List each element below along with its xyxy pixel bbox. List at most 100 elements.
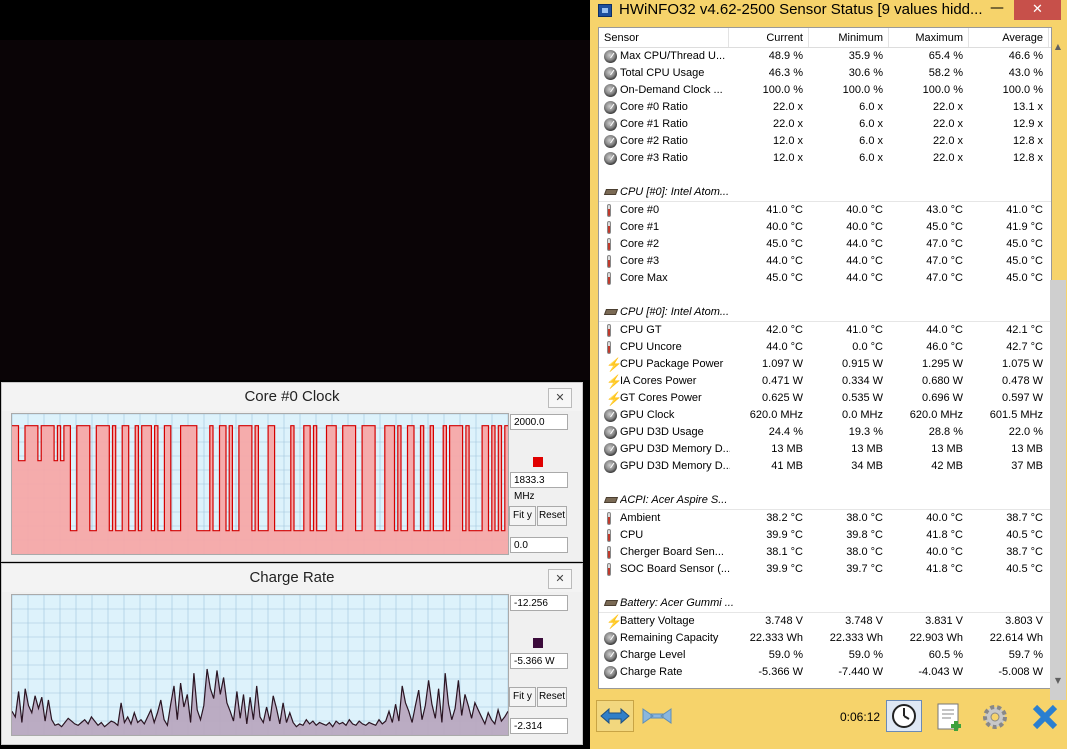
maximum-value: 40.0 °C [926, 512, 963, 524]
average-value: 43.0 % [1008, 67, 1043, 79]
scroll-down-arrow[interactable]: ▼ [1050, 674, 1066, 688]
average-value: 22.0 % [1008, 426, 1043, 438]
sensor-group-row[interactable]: Battery: Acer Gummi ... [599, 595, 1051, 613]
sensor-name: CPU [620, 529, 644, 541]
scroll-up-arrow[interactable]: ▲ [1050, 40, 1066, 54]
current-value: 13 MB [771, 443, 803, 455]
sensor-row[interactable]: GPU Clock 620.0 MHz 0.0 MHz 620.0 MHz 601.5 … [599, 407, 1051, 424]
graph-min-value: 0.0 [510, 537, 568, 553]
minimum-value: 40.0 °C [846, 204, 883, 216]
title-bar[interactable]: HWiNFO32 v4.62-2500 Sensor Status [9 val… [590, 0, 1067, 22]
maximum-value: 47.0 °C [926, 238, 963, 250]
sensor-name: Charge Level [620, 649, 686, 661]
average-value: 13.1 x [1013, 101, 1043, 113]
minimize-button[interactable]: — [984, 0, 1010, 20]
spacer-row [599, 167, 1051, 184]
maximum-value: 13 MB [931, 443, 963, 455]
charge-rate-graph-window: Charge Rate ✕ -12.256 -5.366 W Fit y Res… [1, 563, 583, 745]
clock-reset-button[interactable] [886, 700, 922, 732]
settings-button[interactable] [976, 700, 1012, 732]
scrollbar-thumb[interactable] [1050, 280, 1066, 700]
current-value: 44.0 °C [766, 341, 803, 353]
sensor-row[interactable]: GPU D3D Usage 24.4 % 19.3 % 28.8 % 22.0 % [599, 424, 1051, 441]
sensor-row[interactable]: CPU 39.9 °C 39.8 °C 41.8 °C 40.5 °C [599, 527, 1051, 544]
minimum-value: 44.0 °C [846, 272, 883, 284]
average-value: 12.9 x [1013, 118, 1043, 130]
reset-button[interactable]: Reset [537, 506, 567, 526]
sensor-row[interactable]: CPU Uncore 44.0 °C 0.0 °C 46.0 °C 42.7 °C [599, 339, 1051, 356]
thermometer-icon [607, 204, 611, 217]
sensor-row[interactable]: Ambient 38.2 °C 38.0 °C 40.0 °C 38.7 °C [599, 510, 1051, 527]
exit-button[interactable] [1026, 700, 1062, 732]
sensor-row[interactable]: Cherger Board Sen... 38.1 °C 38.0 °C 40.0 °… [599, 544, 1051, 561]
sensor-name: SOC Board Sensor (... [620, 563, 730, 575]
minimum-value: 40.0 °C [846, 221, 883, 233]
graph-svg [12, 414, 508, 554]
graph-plot-area [11, 413, 509, 555]
sensor-row[interactable]: GPU D3D Memory D... 13 MB 13 MB 13 MB 13 MB [599, 441, 1051, 458]
minimum-value: 39.7 °C [846, 563, 883, 575]
sensor-row[interactable]: Core #2 45.0 °C 44.0 °C 47.0 °C 45.0 °C [599, 236, 1051, 253]
sensor-row[interactable]: ⚡ GT Cores Power 0.625 W 0.535 W 0.696 W 0.59… [599, 390, 1051, 407]
sensor-row[interactable]: Core #3 44.0 °C 44.0 °C 47.0 °C 45.0 °C [599, 253, 1051, 270]
sensor-row[interactable]: SOC Board Sensor (... 39.9 °C 39.7 °C 41.8 … [599, 561, 1051, 578]
fit-y-button[interactable]: Fit y [509, 687, 536, 707]
sensor-row[interactable]: Core #0 Ratio 22.0 x 6.0 x 22.0 x 13.1 x [599, 99, 1051, 116]
column-header-current[interactable]: Current [729, 28, 809, 47]
sensor-group-row[interactable]: CPU [#0]: Intel Atom... [599, 304, 1051, 322]
maximum-value: 41.8 °C [926, 529, 963, 541]
sensor-name: GPU D3D Usage [620, 426, 704, 438]
fit-y-button[interactable]: Fit y [509, 506, 536, 526]
sensor-row[interactable]: Charge Rate -5.366 W -7.440 W -4.043 W -5.00… [599, 664, 1051, 681]
sensor-name: Charge Rate [620, 666, 683, 678]
sensor-row[interactable]: Core #0 41.0 °C 40.0 °C 43.0 °C 41.0 °C [599, 202, 1051, 219]
sensor-row[interactable]: Core #3 Ratio 12.0 x 6.0 x 22.0 x 12.8 x [599, 150, 1051, 167]
vertical-scrollbar[interactable]: ▲ ▼ [1050, 40, 1066, 700]
report-button[interactable] [930, 700, 966, 732]
close-button[interactable]: ✕ [1014, 0, 1061, 20]
sensor-row[interactable]: Core Max 45.0 °C 44.0 °C 47.0 °C 45.0 °C [599, 270, 1051, 287]
average-value: 12.8 x [1013, 135, 1043, 147]
thermometer-icon [607, 238, 611, 251]
sensor-row[interactable]: Core #2 Ratio 12.0 x 6.0 x 22.0 x 12.8 x [599, 133, 1051, 150]
column-header-maximum[interactable]: Maximum [889, 28, 969, 47]
sensor-group-row[interactable]: CPU [#0]: Intel Atom... [599, 184, 1051, 202]
minimum-value: 30.6 % [848, 67, 883, 79]
graph-close-button[interactable]: ✕ [548, 569, 572, 589]
thermometer-icon [607, 221, 611, 234]
average-value: 40.5 °C [1006, 529, 1043, 541]
column-header-average[interactable]: Average [969, 28, 1049, 47]
column-header-minimum[interactable]: Minimum [809, 28, 889, 47]
sensor-row[interactable]: Remaining Capacity 22.333 Wh 22.333 Wh 22.9… [599, 630, 1051, 647]
desktop-shadow [0, 40, 590, 380]
column-header-sensor[interactable]: Sensor [599, 28, 729, 47]
sensor-row[interactable]: Total CPU Usage 46.3 % 30.6 % 58.2 % 43.0 % [599, 65, 1051, 82]
sensor-row[interactable]: Core #1 Ratio 22.0 x 6.0 x 22.0 x 12.9 x [599, 116, 1051, 133]
sensor-row[interactable]: ⚡ IA Cores Power 0.471 W 0.334 W 0.680 W 0.47… [599, 373, 1051, 390]
sensor-row[interactable]: CPU GT 42.0 °C 41.0 °C 44.0 °C 42.1 °C [599, 322, 1051, 339]
minimum-value: 34 MB [851, 460, 883, 472]
series-color-swatch[interactable] [533, 638, 543, 648]
sensor-name: Max CPU/Thread U... [620, 50, 726, 62]
gauge-icon [604, 649, 617, 662]
collapse-columns-button[interactable] [638, 700, 676, 732]
minimum-value: 3.748 V [845, 615, 883, 627]
sensor-group-row[interactable]: ACPI: Acer Aspire S... [599, 492, 1051, 510]
sensor-row[interactable]: Charge Level 59.0 % 59.0 % 60.5 % 59.7 % [599, 647, 1051, 664]
graph-close-button[interactable]: ✕ [548, 388, 572, 408]
maximum-value: 3.831 V [925, 615, 963, 627]
average-value: 59.7 % [1008, 649, 1043, 661]
sensor-row[interactable]: ⚡ CPU Package Power 1.097 W 0.915 W 1.295 W 1… [599, 356, 1051, 373]
gauge-icon [604, 460, 617, 473]
maximum-value: 22.903 Wh [909, 632, 963, 644]
sensor-row[interactable]: ⚡ Battery Voltage 3.748 V 3.748 V 3.831 V 3.8… [599, 613, 1051, 630]
minimum-value: 6.0 x [859, 135, 883, 147]
series-color-swatch[interactable] [533, 457, 543, 467]
reset-button[interactable]: Reset [537, 687, 567, 707]
sensor-row[interactable]: GPU D3D Memory D... 41 MB 34 MB 42 MB 37 MB [599, 458, 1051, 475]
average-value: 46.6 % [1008, 50, 1043, 62]
expand-columns-button[interactable] [596, 700, 634, 732]
sensor-row[interactable]: Core #1 40.0 °C 40.0 °C 45.0 °C 41.9 °C [599, 219, 1051, 236]
sensor-row[interactable]: Max CPU/Thread U... 48.9 % 35.9 % 65.4 % 46.… [599, 48, 1051, 65]
sensor-row[interactable]: On-Demand Clock ... 100.0 % 100.0 % 100.0 %… [599, 82, 1051, 99]
